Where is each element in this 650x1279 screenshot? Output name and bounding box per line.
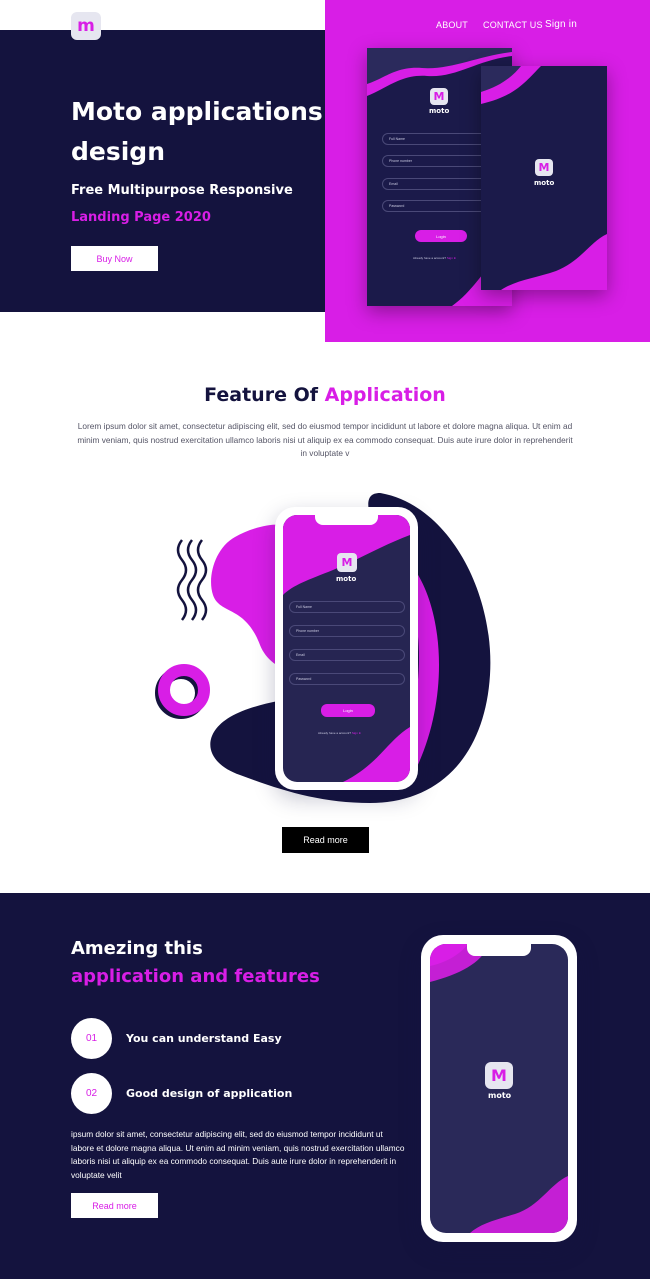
feature-phone-mockup: M moto Full Name Phone number Email Pass… (275, 507, 418, 790)
site-logo[interactable]: m (71, 12, 101, 40)
point-label-02: Good design of application (126, 1087, 293, 1100)
mockup-phone-field: Phone number (382, 155, 497, 167)
mockup-email-field: Email (382, 178, 497, 190)
amazing-phone-mockup: M moto (421, 935, 577, 1242)
buy-now-button[interactable]: Buy Now (71, 246, 158, 271)
splash-logo: M (535, 159, 553, 176)
phone-brand-word: moto (336, 575, 357, 583)
nav-contact-link[interactable]: CONTACT US (483, 20, 543, 30)
point-label-01: You can understand Easy (126, 1032, 282, 1045)
amazing-title-line2: application and features (71, 966, 320, 987)
hero-section: m ABOUT CONTACT US Sign in Moto applicat… (0, 0, 650, 342)
mockup-login-button: Login (415, 230, 467, 242)
phone-phone-field: Phone number (289, 625, 405, 637)
splash-wave-decoration (481, 66, 607, 290)
phone-password-field: Password (289, 673, 405, 685)
phone-email-field: Email (289, 649, 405, 661)
mockup-footer-text: Already have a account? Sign In (413, 256, 457, 260)
hero-top-strip (0, 0, 325, 30)
mockup-password-field: Password (382, 200, 497, 212)
amazing-phone-screen: M moto (430, 944, 568, 1233)
phone-login-button: Login (321, 704, 375, 717)
phone-notch (315, 515, 378, 525)
amazing-read-more-button[interactable]: Read more (71, 1193, 158, 1218)
feature-title-accent: Application (324, 384, 446, 406)
phone-fullname-field: Full Name (289, 601, 405, 613)
hero-subtitle-line2: Landing Page 2020 (71, 210, 211, 225)
splash-brand-word: moto (534, 179, 555, 187)
mockup-brand-word: moto (429, 107, 450, 115)
mockup-logo: M (430, 88, 448, 105)
amazing-title-line1: Amezing this (71, 938, 203, 959)
feature-read-more-button[interactable]: Read more (282, 827, 369, 853)
amazing-phone-brand-word: moto (488, 1091, 512, 1100)
splash-screen-mockup: M moto (481, 66, 607, 290)
phone-footer-text: Already have a account? Sign In (318, 731, 362, 735)
mockup-fullname-field: Full Name (382, 133, 497, 145)
feature-title: Feature Of Application (0, 384, 650, 406)
point-number-01: 01 (71, 1018, 112, 1059)
hero-subtitle-line1: Free Multipurpose Responsive (71, 183, 293, 198)
hero-title: Moto applications design (71, 97, 323, 166)
feature-title-plain: Feature Of (204, 384, 318, 406)
amazing-phone-notch (467, 944, 531, 956)
nav-signin-link[interactable]: Sign in (545, 19, 577, 30)
amazing-description: ipsum dolor sit amet, consectetur adipis… (71, 1129, 405, 1180)
point-number-02: 02 (71, 1073, 112, 1114)
amazing-phone-logo: M (485, 1062, 513, 1089)
feature-phone-screen: M moto Full Name Phone number Email Pass… (283, 515, 410, 782)
feature-description: Lorem ipsum dolor sit amet, consectetur … (77, 421, 573, 458)
phone-app-logo: M (337, 553, 357, 572)
nav-about-link[interactable]: ABOUT (436, 20, 468, 30)
logo-letter: m (77, 16, 95, 36)
